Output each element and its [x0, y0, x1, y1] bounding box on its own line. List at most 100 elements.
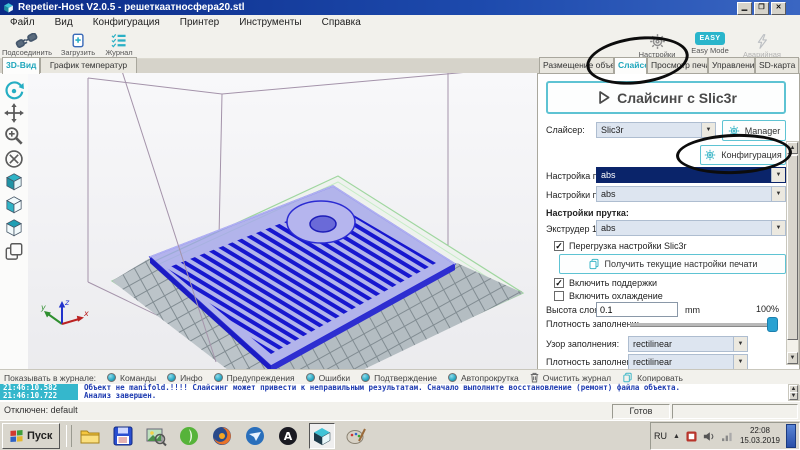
checkbox-checked: ✓ — [554, 278, 564, 288]
tab-object-placement[interactable]: Размещение объекта — [539, 57, 614, 73]
configuration-button[interactable]: Конфигурация — [700, 145, 786, 165]
infill-pattern-select[interactable]: rectilinear ▼ — [628, 336, 748, 352]
taskbar-thunderbird-icon[interactable] — [243, 424, 267, 448]
taskbar-green-app-icon[interactable] — [177, 424, 201, 448]
scrollbar-thumb[interactable] — [787, 155, 798, 340]
scroll-down-icon[interactable]: ▼ — [789, 392, 798, 400]
fit-view-icon[interactable] — [3, 148, 25, 170]
tab-sd-card[interactable]: SD-карта — [755, 57, 799, 73]
dropdown-arrow-icon: ▼ — [771, 168, 785, 182]
dropdown-arrow-icon: ▼ — [701, 123, 715, 137]
tab-3d-view[interactable]: 3D-Вид — [2, 57, 40, 74]
log-toggle-errors[interactable]: Ошибки — [305, 373, 350, 383]
svg-text:A: A — [284, 430, 293, 443]
model-ring-feature — [286, 200, 356, 244]
tray-clock[interactable]: 22:08 15.03.2019 — [740, 426, 780, 446]
log-toggle-ack[interactable]: Подтверждение — [361, 373, 437, 383]
minimize-button[interactable]: ▁ — [737, 2, 752, 15]
expand-tray-icon[interactable]: ▲ — [673, 433, 680, 440]
layer-height-unit: mm — [685, 305, 700, 315]
extruder1-label: Экструдер 1: — [546, 224, 600, 234]
layer-height-input[interactable] — [596, 302, 678, 317]
objects-list-icon[interactable] — [3, 241, 25, 263]
taskbar-floppy-icon[interactable] — [111, 424, 135, 448]
journal-button[interactable]: Журнал — [102, 33, 136, 57]
show-in-log-label: Показывать в журнале: — [4, 372, 97, 383]
taskbar-repetier-host-icon[interactable] — [309, 423, 336, 449]
taskbar-aimp-icon[interactable]: A — [276, 424, 300, 448]
start-button[interactable]: Пуск — [2, 423, 61, 449]
show-desktop-button[interactable] — [786, 424, 796, 448]
taskbar-folder-icon[interactable] — [78, 424, 102, 448]
progress-area — [672, 404, 798, 419]
log-toggle-autoscroll[interactable]: Автопрокрутка — [448, 373, 519, 383]
taskbar-firefox-icon[interactable] — [210, 424, 234, 448]
trash-icon — [530, 372, 538, 383]
menu-help[interactable]: Справка — [322, 17, 361, 28]
tab-slicer[interactable]: Слайсер — [614, 57, 647, 74]
menu-printer[interactable]: Принтер — [180, 17, 219, 28]
log-toggle-warnings[interactable]: Предупреждения — [213, 373, 295, 383]
enable-cooling-checkbox[interactable]: Включить охлаждение — [554, 291, 663, 301]
extruder1-select[interactable]: abs ▼ — [596, 220, 786, 236]
quicklaunch-grip — [66, 425, 73, 447]
menu-view[interactable]: Вид — [55, 17, 73, 28]
manager-button[interactable]: Manager — [722, 120, 786, 141]
front-view-icon[interactable] — [3, 194, 25, 216]
scroll-up-icon[interactable]: ▲ — [787, 142, 798, 154]
printer-settings-select[interactable]: abs ▼ — [596, 186, 786, 202]
fetch-print-settings-button[interactable]: Получить текущие настройки печати — [559, 254, 786, 274]
zoom-view-icon[interactable] — [3, 125, 25, 147]
infill-density-slider-handle[interactable] — [767, 317, 778, 332]
checkbox-unchecked — [554, 291, 564, 301]
isometric-view-icon[interactable] — [3, 171, 25, 193]
taskbar-image-viewer-icon[interactable] — [144, 424, 168, 448]
infill-density-slider-track[interactable] — [630, 323, 778, 327]
slicer-select[interactable]: Slic3r ▼ — [596, 122, 716, 138]
log-scrollbar[interactable]: ▲ ▼ — [788, 384, 799, 401]
solid-pattern-select[interactable]: rectilinear ▼ — [628, 354, 748, 370]
panel-scrollbar[interactable]: ▲ ▼ — [786, 141, 799, 365]
log-message: Объект не manifold.!!!! Слайсинг может п… — [84, 383, 681, 392]
language-indicator[interactable]: RU — [654, 431, 667, 441]
network-icon[interactable] — [721, 431, 734, 442]
slice-button[interactable]: Слайсинг с Slic3r — [546, 81, 786, 114]
taskbar-paint-icon[interactable] — [344, 424, 368, 448]
rotate-view-icon[interactable] — [3, 79, 25, 101]
dropdown-arrow-icon: ▼ — [733, 337, 747, 351]
menu-file[interactable]: Файл — [10, 17, 35, 28]
tray-app-icon[interactable] — [686, 430, 697, 442]
log-toggle-commands[interactable]: Команды — [107, 373, 156, 383]
windows-taskbar: Пуск A RU ▲ 22:08 15.03.2019 — [0, 420, 800, 450]
tab-manual-control[interactable]: Управление — [708, 57, 755, 73]
infill-density-label: Плотность заполнени: — [546, 319, 640, 329]
close-button[interactable]: ✕ — [771, 2, 786, 15]
ready-status: Готов — [612, 404, 670, 419]
toggle-dot-icon — [361, 373, 371, 382]
view-toolbar — [0, 73, 29, 370]
window-title: Repetier-Host V2.0.5 - решеткаатносфера2… — [18, 2, 245, 13]
load-button[interactable]: Загрузить — [58, 33, 98, 57]
top-view-icon[interactable] — [3, 217, 25, 239]
toggle-dot-icon — [213, 373, 223, 382]
tab-print-preview[interactable]: Просмотр печати — [647, 57, 708, 73]
volume-icon[interactable] — [703, 431, 715, 442]
override-slic3r-checkbox[interactable]: ✓ Перегрузка настройки Slic3r — [554, 241, 687, 251]
enable-supports-checkbox[interactable]: ✓ Включить поддержки — [554, 278, 657, 288]
connect-button[interactable]: Подсоединить — [2, 33, 52, 57]
copy-log-button[interactable]: Копировать — [622, 372, 683, 383]
viewport-3d[interactable]: y z x — [28, 73, 537, 370]
move-view-icon[interactable] — [3, 102, 25, 124]
menu-tools[interactable]: Инструменты — [239, 17, 301, 28]
connection-status: Отключен: default — [4, 405, 78, 415]
tab-temp-graph[interactable]: График температур — [40, 57, 137, 73]
print-setting-select[interactable]: abs ▼ — [596, 167, 786, 183]
restore-button[interactable]: ❐ — [754, 2, 769, 15]
log-toggle-info[interactable]: Инфо — [167, 373, 203, 383]
menu-config[interactable]: Конфигурация — [93, 17, 160, 28]
layer-height-label: Высота слоя: — [546, 305, 602, 315]
journal-list-icon — [111, 34, 126, 48]
scroll-down-icon[interactable]: ▼ — [787, 352, 798, 364]
infill-density-value: 100% — [756, 304, 780, 314]
clear-log-button[interactable]: Очистить журнал — [530, 372, 611, 383]
